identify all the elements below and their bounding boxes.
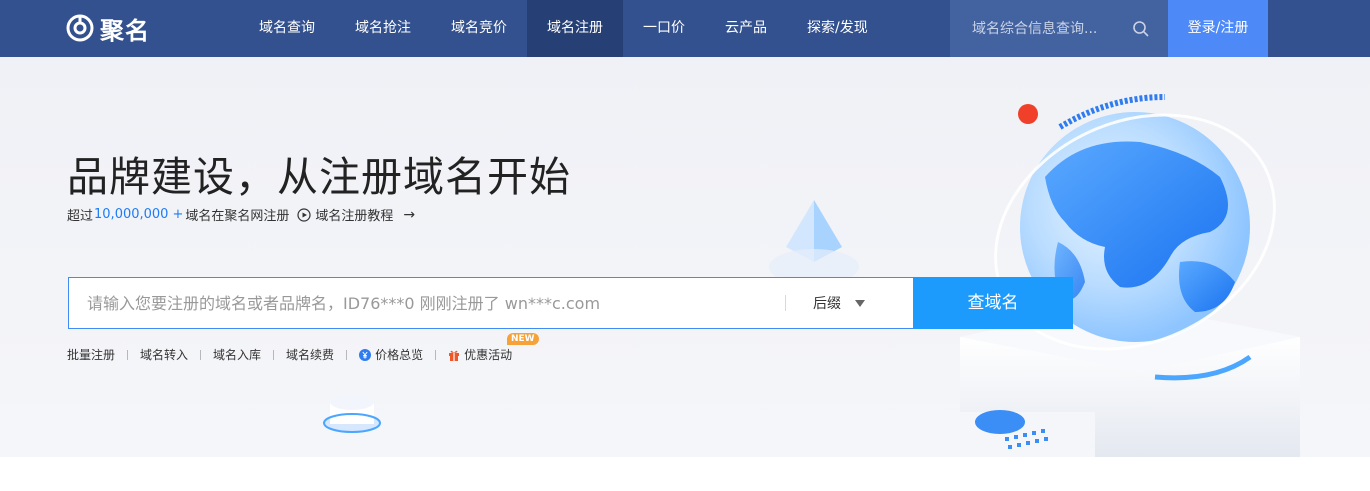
domain-input-wrapper: 后缀 xyxy=(68,277,913,329)
suffix-label: 后缀 xyxy=(813,296,841,312)
pyramid-decoration xyxy=(769,200,859,285)
domain-search-input[interactable] xyxy=(87,292,777,314)
quick-link-label: 优惠活动 xyxy=(464,348,513,362)
quick-links: 批量注册 域名转入 域名入库 域名续费 价格总览 优惠活动 NEW xyxy=(67,333,539,363)
nav-item-domain-query[interactable]: 域名查询 xyxy=(239,0,335,57)
subline-suffix: 域名在聚名网注册 xyxy=(185,209,290,224)
login-register-button[interactable]: 登录/注册 xyxy=(1168,0,1268,57)
quick-link-promotions[interactable]: 优惠活动 xyxy=(448,346,512,363)
hero-illustration xyxy=(323,94,1300,457)
count-plus: + xyxy=(172,207,184,222)
yen-circle-icon xyxy=(359,348,372,361)
quick-link-transfer-in[interactable]: 域名转入 xyxy=(140,346,188,363)
top-navigation-bar: 聚名 域名查询 域名抢注 域名竞价 域名注册 一口价 云产品 探索/发现 登录/… xyxy=(0,0,1370,57)
divider xyxy=(273,349,275,360)
subline-prefix: 超过 xyxy=(67,209,94,224)
quick-link-batch-register[interactable]: 批量注册 xyxy=(67,346,115,363)
quick-link-label: 价格总览 xyxy=(375,348,424,362)
play-circle-icon[interactable] xyxy=(297,207,311,222)
registered-count: 10,000,000 xyxy=(94,207,169,222)
tutorial-link[interactable]: 域名注册教程 xyxy=(315,205,393,224)
hero-subline: 超过 10,000,000 + 域名在聚名网注册 域名注册教程 → xyxy=(67,205,415,225)
logo-mark-icon xyxy=(66,14,94,42)
nav-item-domain-snap[interactable]: 域名抢注 xyxy=(335,0,431,57)
new-badge: NEW xyxy=(507,333,539,345)
chevron-down-icon xyxy=(855,299,865,307)
search-icon[interactable] xyxy=(1132,20,1150,38)
nav-item-explore[interactable]: 探索/发现 xyxy=(787,0,888,57)
quick-link-price-overview[interactable]: 价格总览 xyxy=(359,346,423,363)
header-search-input[interactable] xyxy=(972,18,1112,40)
divider xyxy=(200,349,202,360)
suffix-divider xyxy=(785,295,786,311)
site-logo[interactable]: 聚名 xyxy=(66,13,150,45)
cylinder-decoration xyxy=(323,394,381,433)
divider xyxy=(435,349,437,360)
hero-headline: 品牌建设，从注册域名开始 xyxy=(67,153,571,201)
domain-search-bar: 后缀 查域名 xyxy=(68,277,1073,329)
logo-text: 聚名 xyxy=(100,16,150,45)
nav-item-cloud-products[interactable]: 云产品 xyxy=(705,0,787,57)
hero-section: 品牌建设，从注册域名开始 超过 10,000,000 + 域名在聚名网注册 域名… xyxy=(0,57,1370,457)
nav-item-fixed-price[interactable]: 一口价 xyxy=(623,0,705,57)
divider xyxy=(127,349,129,360)
arrow-right-icon[interactable]: → xyxy=(403,207,415,223)
header-search xyxy=(950,0,1168,57)
query-domain-button[interactable]: 查域名 xyxy=(913,277,1073,329)
nav-item-domain-auction[interactable]: 域名竞价 xyxy=(431,0,527,57)
quick-link-domain-storage[interactable]: 域名入库 xyxy=(213,346,261,363)
main-nav: 域名查询 域名抢注 域名竞价 域名注册 一口价 云产品 探索/发现 xyxy=(239,0,888,57)
suffix-dropdown[interactable]: 后缀 xyxy=(813,293,865,313)
divider xyxy=(346,349,348,360)
quick-link-renewal[interactable]: 域名续费 xyxy=(286,346,334,363)
nav-item-domain-register[interactable]: 域名注册 xyxy=(527,0,623,57)
gift-icon xyxy=(449,350,460,361)
